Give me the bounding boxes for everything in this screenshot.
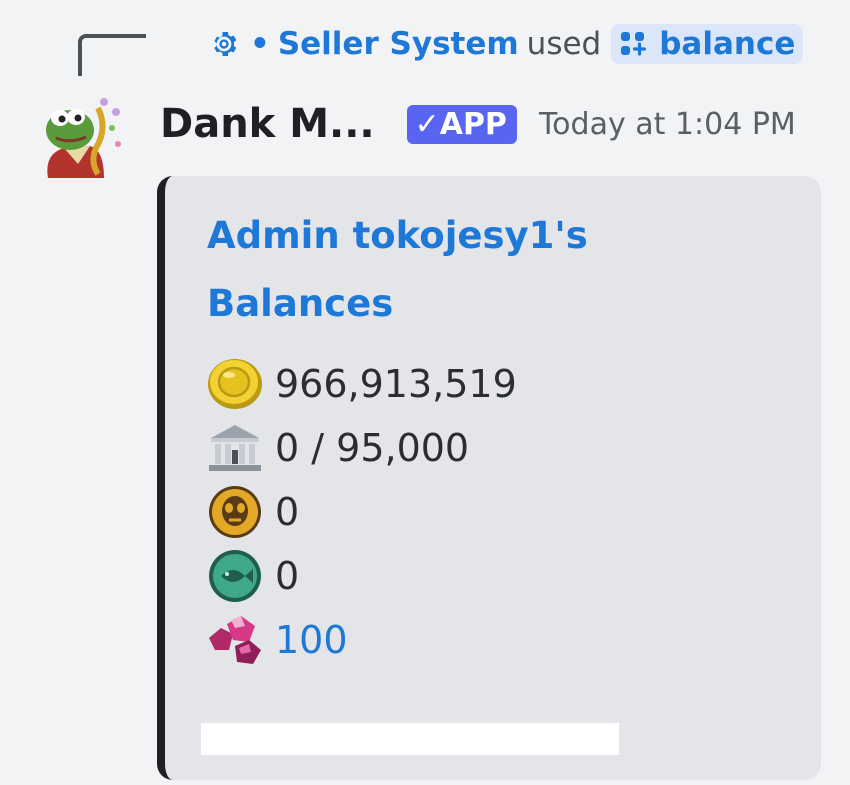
reply-header: • Seller System used balance [208,20,804,68]
skull-coins-value: 0 [275,490,300,534]
reply-connector [78,34,146,76]
balance-row-skull-coins: 0 [205,484,299,540]
gem-icon [205,612,267,668]
slash-command-icon [621,32,647,56]
avatar[interactable] [34,88,134,188]
balance-embed: Admin tokojesy1's Balances 966,913,519 0… [157,176,821,780]
balance-row-gems: 100 [205,612,348,668]
embed-title-line2: Balances [207,282,394,325]
embed-title-line1: Admin tokojesy1's [207,214,588,257]
redacted-area [201,723,619,755]
reply-used-text: used [526,26,602,62]
timestamp: Today at 1:04 PM [538,106,796,142]
command-pill[interactable]: balance [611,24,804,64]
balance-row-bank: 0 / 95,000 [205,420,469,476]
skull-coin-icon [205,484,267,540]
balance-row-fish-tokens: 0 [205,548,299,604]
reply-separator: • [250,26,270,62]
reply-username[interactable]: Seller System [278,26,519,62]
embed-title[interactable]: Admin tokojesy1's Balances [207,202,727,338]
command-name: balance [659,26,796,62]
pepe-avatar-icon [46,98,121,178]
fish-coin-icon [205,548,267,604]
app-badge: ✓APP [406,104,517,144]
gear-icon[interactable] [208,28,240,60]
wallet-value: 966,913,519 [275,362,517,406]
bank-icon [205,420,267,476]
bank-value: 0 / 95,000 [275,426,470,470]
message-header: Dank M... ✓APP Today at 1:04 PM [160,88,796,160]
coin-icon [205,356,267,412]
author-name[interactable]: Dank M... [160,101,375,147]
fish-tokens-value: 0 [275,554,300,598]
gems-value[interactable]: 100 [275,618,348,662]
balance-row-wallet: 966,913,519 [205,356,517,412]
